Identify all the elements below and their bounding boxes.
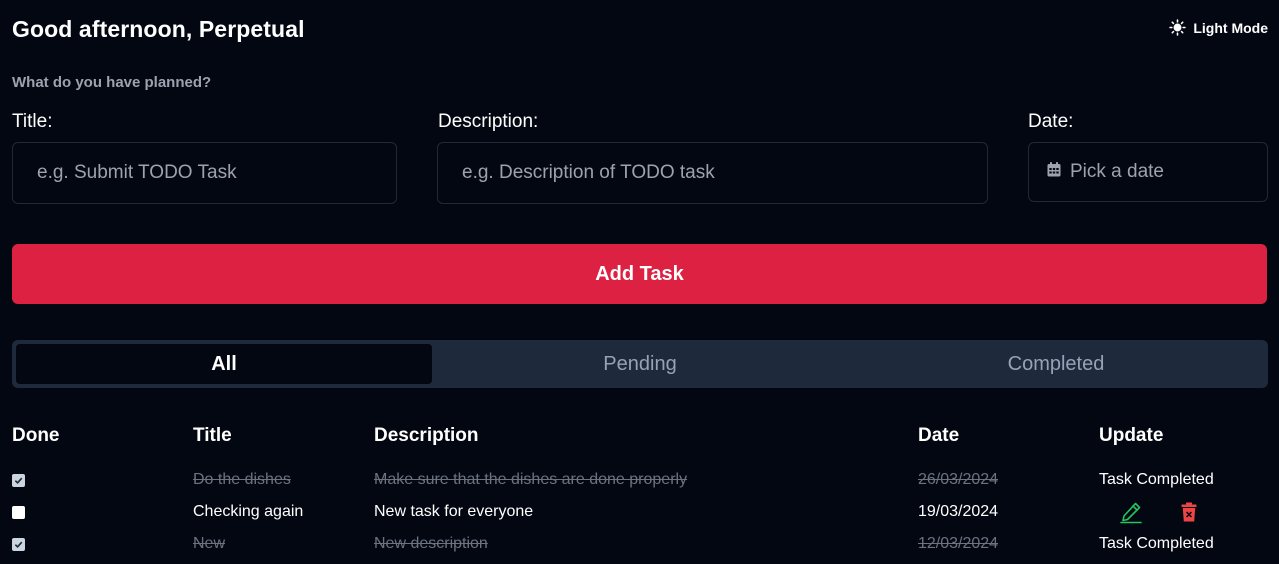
header-done: Done [12, 425, 60, 446]
table-row: New New description 12/03/2024 Task Comp… [0, 528, 1279, 560]
done-checkbox[interactable] [12, 506, 25, 519]
task-title: Checking again [193, 503, 304, 520]
date-picker-placeholder: Pick a date [1070, 161, 1164, 182]
delete-button[interactable] [1181, 502, 1197, 527]
task-title: New [193, 535, 226, 552]
description-label: Description: [438, 111, 539, 132]
todo-page: Good afternoon, Perpetual Light Mode Wha… [0, 0, 1279, 564]
theme-toggle-label: Light Mode [1193, 19, 1268, 36]
header-title: Title [193, 425, 232, 446]
task-description: Make sure that the dishes are done prope… [374, 471, 688, 488]
sun-icon [1169, 19, 1187, 36]
task-date: 12/03/2024 [918, 535, 999, 552]
task-description: New description [374, 535, 488, 552]
greeting-heading: Good afternoon, Perpetual [12, 16, 305, 42]
description-input[interactable] [437, 142, 988, 204]
trash-icon [1181, 502, 1197, 526]
task-date: 26/03/2024 [918, 471, 999, 488]
task-status: Task Completed [1099, 535, 1214, 552]
pencil-icon [1119, 502, 1143, 528]
title-input[interactable] [12, 142, 397, 204]
table-row: Checking again New task for everyone 19/… [0, 496, 1279, 528]
table-row: Do the dishes Make sure that the dishes … [0, 464, 1279, 496]
theme-toggle-button[interactable]: Light Mode [1169, 19, 1268, 36]
header-update: Update [1099, 425, 1164, 446]
tab-all[interactable]: All [16, 344, 432, 384]
date-picker-button[interactable]: Pick a date [1028, 142, 1268, 202]
form-prompt: What do you have planned? [12, 74, 212, 91]
title-label: Title: [12, 111, 53, 132]
task-description: New task for everyone [374, 503, 534, 520]
header-description: Description [374, 425, 479, 446]
calendar-icon [1047, 161, 1061, 183]
done-checkbox[interactable] [12, 538, 25, 551]
add-task-button[interactable]: Add Task [12, 244, 1267, 304]
task-date: 19/03/2024 [918, 503, 999, 520]
tab-completed[interactable]: Completed [848, 344, 1264, 384]
header-date: Date [918, 425, 960, 446]
date-label: Date: [1028, 111, 1074, 132]
tab-pending[interactable]: Pending [432, 344, 848, 384]
done-checkbox[interactable] [12, 474, 25, 487]
task-filter-tabs: All Pending Completed [12, 340, 1268, 388]
task-title: Do the dishes [193, 471, 291, 488]
task-status: Task Completed [1099, 471, 1214, 488]
edit-button[interactable] [1119, 500, 1143, 529]
